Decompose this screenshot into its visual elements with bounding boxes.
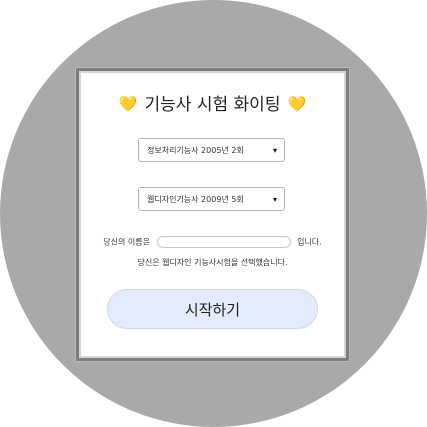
name-prefix-label: 당신의 이름은 xyxy=(103,237,150,247)
selection-result-text: 당신은 웹디자인 기능사시험을 선택했습니다. xyxy=(137,258,288,267)
chevron-down-icon: ▾ xyxy=(272,194,277,204)
exam-card: 💛 기능사 시험 화이팅 💛 정보처리기능사 2005년 2회 ▾ 웹디자인기능… xyxy=(76,68,349,361)
yellow-heart-icon: 💛 xyxy=(118,95,138,113)
yellow-heart-icon: 💛 xyxy=(287,95,307,113)
name-input[interactable] xyxy=(156,236,291,248)
page-title: 💛 기능사 시험 화이팅 💛 xyxy=(79,90,346,115)
screen: 💛 기능사 시험 화이팅 💛 정보처리기능사 2005년 2회 ▾ 웹디자인기능… xyxy=(0,0,427,427)
start-button-label: 시작하기 xyxy=(184,300,241,319)
exam-select-1-value: 정보처리기능사 2005년 2회 xyxy=(147,145,244,155)
title-text: 기능사 시험 화이팅 xyxy=(144,95,281,115)
name-row: 당신의 이름은 입니다. xyxy=(79,236,346,248)
chevron-down-icon: ▾ xyxy=(272,145,277,155)
exam-select-2[interactable]: 웹디자인기능사 2009년 5회 ▾ xyxy=(138,187,285,211)
exam-select-1[interactable]: 정보처리기능사 2005년 2회 ▾ xyxy=(138,138,285,162)
exam-select-2-value: 웹디자인기능사 2009년 5회 xyxy=(147,194,244,204)
name-suffix-label: 입니다. xyxy=(297,237,322,247)
start-button[interactable]: 시작하기 xyxy=(107,289,318,329)
